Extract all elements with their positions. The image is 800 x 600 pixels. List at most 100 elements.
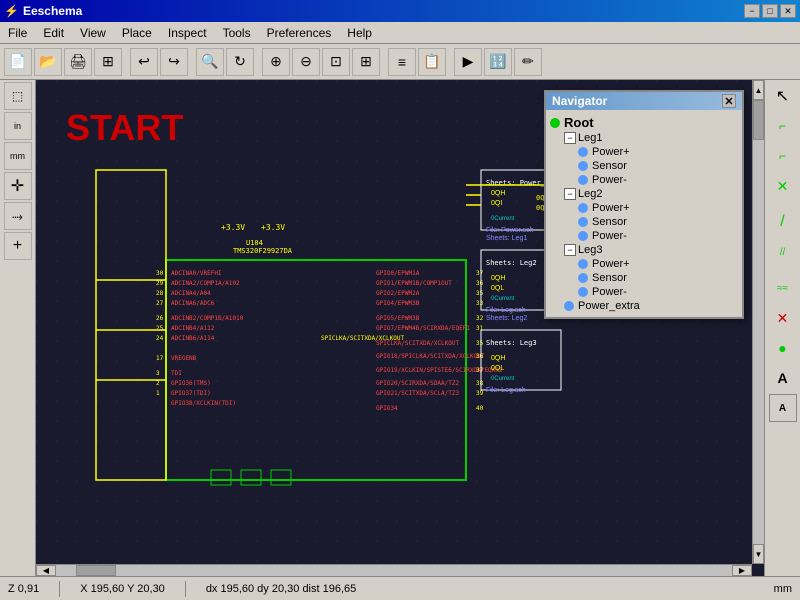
- nav-label-leg1-power-plus: Power+: [592, 146, 630, 158]
- hscroll-right[interactable]: ▶: [732, 565, 752, 576]
- toolbar-btn-undo[interactable]: ↩: [130, 48, 158, 76]
- nav-item-leg1-power-minus[interactable]: Power-: [578, 173, 738, 187]
- nav-dot-root: [550, 118, 560, 128]
- hscroll-left[interactable]: ◀: [36, 565, 56, 576]
- toolbar-btn-print[interactable]: 🖨: [64, 48, 92, 76]
- grid-btn[interactable]: ⬚: [4, 82, 32, 110]
- svg-text:27: 27: [156, 300, 164, 307]
- toolbar-btn-zoom-sel[interactable]: ⊞: [352, 48, 380, 76]
- wire-btn[interactable]: ⤑: [4, 202, 32, 230]
- svg-text:+3.3V: +3.3V: [261, 223, 285, 232]
- toolbar-btn-copy[interactable]: ⊞: [94, 48, 122, 76]
- unit-in-btn[interactable]: in: [4, 112, 32, 140]
- add-wire-tool[interactable]: /: [769, 208, 797, 236]
- nav-item-leg2[interactable]: − Leg2: [564, 187, 738, 201]
- toolbar-btn-bom[interactable]: 📋: [418, 48, 446, 76]
- svg-text:25: 25: [156, 325, 164, 332]
- nav-item-leg1-sensor[interactable]: Sensor: [578, 159, 738, 173]
- nav-item-leg1-power-plus[interactable]: Power+: [578, 145, 738, 159]
- toolbar-btn-zoom-in[interactable]: ⊕: [262, 48, 290, 76]
- toolbar-separator: [448, 48, 452, 76]
- svg-text:37: 37: [476, 270, 484, 277]
- nav-expand-leg3[interactable]: −: [564, 244, 576, 256]
- toolbar-separator: [124, 48, 128, 76]
- nav-label-leg1-power-minus: Power-: [592, 174, 627, 186]
- nav-label-leg2-sensor: Sensor: [592, 216, 627, 228]
- menu-item-place[interactable]: Place: [114, 24, 160, 42]
- svg-text:File: Power.sch: File: Power.sch: [486, 227, 534, 234]
- nav-item-leg2-power-minus[interactable]: Power-: [578, 229, 738, 243]
- bus-draw-tool[interactable]: ⌐: [769, 142, 797, 170]
- text-tool[interactable]: A: [769, 364, 797, 392]
- toolbar-btn-edit-fields[interactable]: ✏: [514, 48, 542, 76]
- vscroll-down[interactable]: ▼: [753, 544, 764, 564]
- toolbar-btn-netlist[interactable]: ≡: [388, 48, 416, 76]
- nav-item-leg3[interactable]: − Leg3: [564, 243, 738, 257]
- no-connect-tool[interactable]: ✕: [769, 172, 797, 200]
- svg-text:36: 36: [476, 280, 484, 287]
- menu-item-file[interactable]: File: [0, 24, 35, 42]
- svg-text:GPIO34: GPIO34: [376, 405, 398, 412]
- svg-text:0QH: 0QH: [491, 275, 505, 282]
- toolbar-btn-search[interactable]: 🔍: [196, 48, 224, 76]
- schematic-canvas[interactable]: START +3.3V +3.3V U104 TMS320F29927DA AD…: [36, 80, 764, 576]
- toolbar-btn-refresh[interactable]: ↻: [226, 48, 254, 76]
- nav-item-root[interactable]: Root: [550, 114, 738, 131]
- nav-expand-leg1[interactable]: −: [564, 132, 576, 144]
- svg-text:38: 38: [476, 380, 484, 387]
- menu-item-preferences[interactable]: Preferences: [259, 24, 340, 42]
- menu-item-inspect[interactable]: Inspect: [160, 24, 215, 42]
- nav-item-leg2-power-plus[interactable]: Power+: [578, 201, 738, 215]
- add-bus-wire-tool[interactable]: //: [769, 238, 797, 266]
- nav-item-leg3-sensor[interactable]: Sensor: [578, 271, 738, 285]
- toolbar-btn-erc[interactable]: ▶: [454, 48, 482, 76]
- svg-text:29: 29: [156, 280, 164, 287]
- wire-draw-tool[interactable]: ⌐: [769, 112, 797, 140]
- minimize-button[interactable]: −: [744, 4, 760, 18]
- maximize-button[interactable]: □: [762, 4, 778, 18]
- toolbar-btn-zoom-fit[interactable]: ⊡: [322, 48, 350, 76]
- nav-item-power-extra[interactable]: Power_extra: [564, 299, 738, 313]
- svg-text:31: 31: [476, 325, 484, 332]
- svg-text:ADCINA4/A04: ADCINA4/A04: [171, 290, 211, 297]
- text2-tool[interactable]: A: [769, 394, 797, 422]
- hscroll-thumb[interactable]: [76, 565, 116, 576]
- global-label-tool[interactable]: ≈≈: [769, 274, 797, 302]
- unit-mm-btn[interactable]: mm: [4, 142, 32, 170]
- menu-item-view[interactable]: View: [72, 24, 114, 42]
- move-btn[interactable]: ✛: [4, 172, 32, 200]
- junction-tool[interactable]: ●: [769, 334, 797, 362]
- svg-text:ADCINB6/A114: ADCINB6/A114: [171, 335, 215, 342]
- toolbar-btn-zoom-out[interactable]: ⊖: [292, 48, 320, 76]
- vertical-scrollbar[interactable]: ▲ ▼: [752, 80, 764, 564]
- svg-text:GPIO4/EPWM3B: GPIO4/EPWM3B: [376, 300, 420, 307]
- junction-btn[interactable]: +: [4, 232, 32, 260]
- svg-text:2: 2: [156, 380, 160, 387]
- menu-item-tools[interactable]: Tools: [215, 24, 259, 42]
- vscroll-up[interactable]: ▲: [753, 80, 764, 100]
- svg-text:ADCINA0/VREFHI: ADCINA0/VREFHI: [171, 270, 222, 277]
- horizontal-scrollbar[interactable]: ◀ ▶: [36, 564, 752, 576]
- toolbar-btn-open[interactable]: 📂: [34, 48, 62, 76]
- nav-dot-leg3-power-plus: [578, 259, 588, 269]
- nav-item-leg3-power-minus[interactable]: Power-: [578, 285, 738, 299]
- close-button[interactable]: ✕: [780, 4, 796, 18]
- nav-dot-leg2-power-plus: [578, 203, 588, 213]
- menu-item-help[interactable]: Help: [339, 24, 380, 42]
- nav-expand-leg2[interactable]: −: [564, 188, 576, 200]
- cursor-tool[interactable]: ↖: [769, 82, 797, 110]
- cross-tool[interactable]: ✕: [769, 304, 797, 332]
- toolbar-separator: [256, 48, 260, 76]
- svg-text:3: 3: [156, 370, 160, 377]
- nav-item-leg3-power-plus[interactable]: Power+: [578, 257, 738, 271]
- toolbar-btn-redo[interactable]: ↪: [160, 48, 188, 76]
- nav-item-leg2-sensor[interactable]: Sensor: [578, 215, 738, 229]
- menu-item-edit[interactable]: Edit: [35, 24, 72, 42]
- toolbar-btn-new[interactable]: 📄: [4, 48, 32, 76]
- toolbar-btn-annotate[interactable]: 🔢: [484, 48, 512, 76]
- vscroll-thumb[interactable]: [753, 100, 764, 140]
- navigator-close-button[interactable]: ✕: [722, 94, 736, 108]
- nav-item-leg1[interactable]: − Leg1: [564, 131, 738, 145]
- titlebar-controls: − □ ✕: [744, 4, 796, 18]
- svg-text:30: 30: [156, 270, 164, 277]
